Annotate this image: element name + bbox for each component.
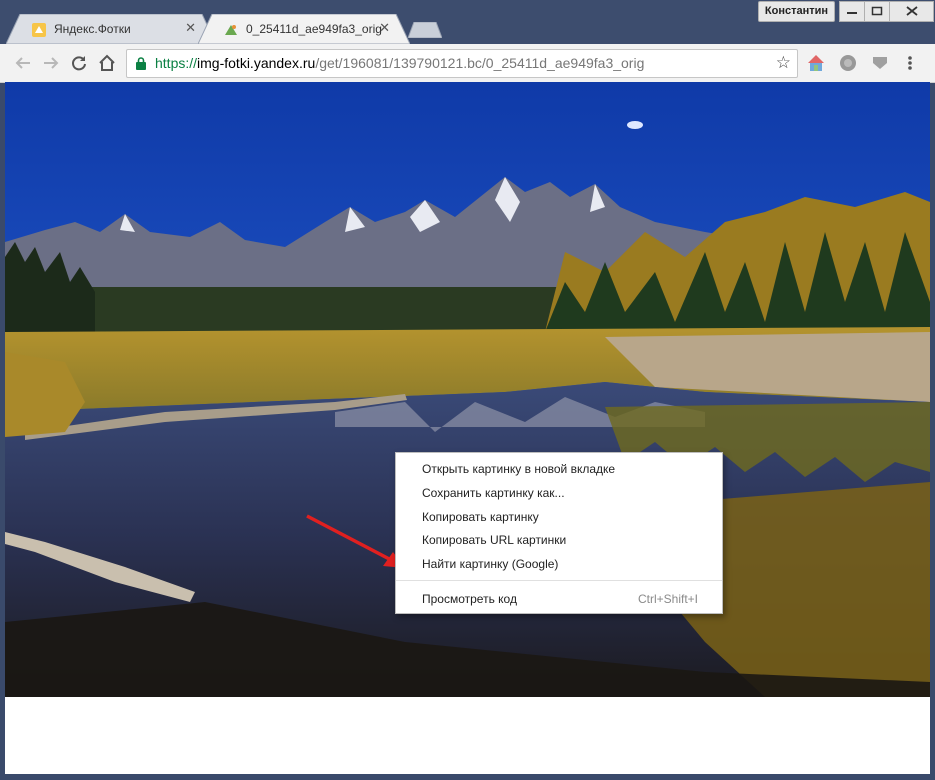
menu-item-save-image-as[interactable]: Сохранить картинку как... [396, 482, 722, 504]
url-text: https://img-fotki.yandex.ru/get/196081/1… [155, 55, 645, 71]
title-bar: Яндекс.Фотки ✕ 0_25411d_ae949fa3_orig ✕ … [0, 0, 935, 44]
menu-item-copy-image-url[interactable]: Копировать URL картинки [396, 529, 722, 551]
extension-bookmark-icon[interactable] [870, 53, 890, 73]
home-icon[interactable] [98, 54, 116, 72]
extension-home-icon[interactable] [806, 53, 826, 73]
close-tab-icon[interactable]: ✕ [379, 21, 390, 36]
menu-item-copy-image[interactable]: Копировать картинку [396, 506, 722, 528]
close-tab-icon[interactable]: ✕ [185, 21, 196, 36]
tab-image-orig[interactable]: 0_25411d_ae949fa3_orig ✕ [198, 14, 410, 44]
minimize-icon [847, 12, 857, 14]
browser-toolbar: https://img-fotki.yandex.ru/get/196081/1… [0, 44, 935, 83]
forward-arrow-icon[interactable] [42, 54, 60, 72]
menu-separator [396, 580, 722, 581]
profile-button[interactable]: Константин [758, 1, 835, 22]
browser-window: Яндекс.Фотки ✕ 0_25411d_ae949fa3_orig ✕ … [0, 0, 935, 780]
tab-title: 0_25411d_ae949fa3_orig [246, 22, 382, 36]
maximize-button[interactable] [864, 1, 890, 22]
menu-item-open-image-new-tab[interactable]: Открыть картинку в новой вкладке [396, 458, 722, 480]
close-window-button[interactable] [889, 1, 934, 22]
close-window-icon [906, 6, 918, 16]
new-tab-button[interactable] [407, 21, 443, 39]
context-menu: Открыть картинку в новой вкладке Сохрани… [395, 452, 723, 614]
reload-icon[interactable] [70, 54, 88, 72]
address-bar[interactable]: https://img-fotki.yandex.ru/get/196081/1… [126, 49, 798, 78]
menu-dots-icon[interactable] [904, 53, 916, 73]
bookmark-star-icon[interactable]: ☆ [776, 53, 791, 73]
tab-yandex-fotki[interactable]: Яндекс.Фотки ✕ [6, 14, 216, 44]
tab-title: Яндекс.Фотки [54, 22, 131, 36]
minimize-button[interactable] [839, 1, 865, 22]
secure-lock-icon [136, 57, 146, 70]
inspect-shortcut: Ctrl+Shift+I [637, 592, 698, 606]
image-icon [224, 22, 238, 36]
back-arrow-icon[interactable] [14, 54, 32, 72]
page-content [5, 82, 930, 774]
yandex-fotki-icon [32, 22, 46, 37]
extension-shield-icon[interactable] [838, 53, 858, 73]
menu-item-search-image-google[interactable]: Найти картинку (Google) [396, 553, 722, 575]
menu-item-inspect[interactable]: Просмотреть код Ctrl+Shift+I [396, 588, 722, 610]
maximize-icon [871, 6, 883, 16]
